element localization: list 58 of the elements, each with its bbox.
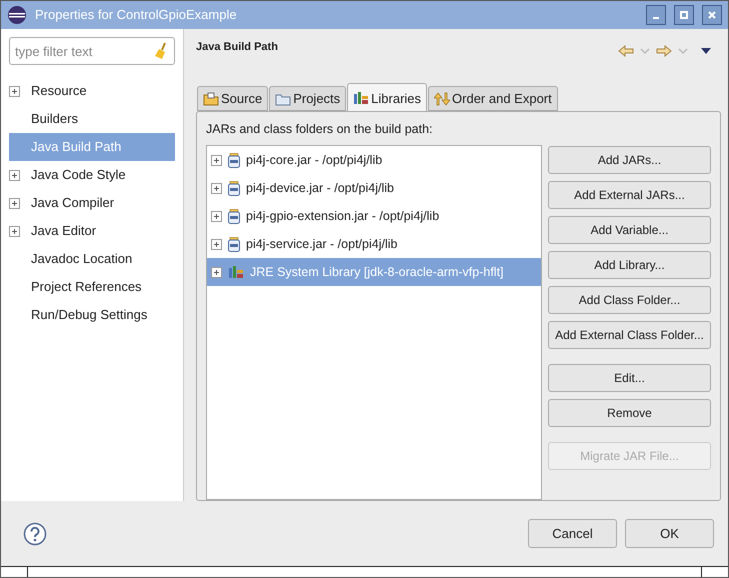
jar-icon	[228, 180, 240, 196]
folder-icon	[203, 92, 219, 106]
sidebar-item[interactable]: Builders	[9, 105, 175, 133]
close-button[interactable]	[702, 5, 722, 25]
expand-icon[interactable]	[9, 226, 20, 236]
list-row[interactable]: pi4j-core.jar - /opt/pi4j/lib	[207, 146, 541, 174]
ok-button[interactable]: OK	[625, 519, 714, 548]
cancel-button[interactable]: Cancel	[528, 519, 617, 548]
list-row[interactable]: pi4j-gpio-extension.jar - /opt/pi4j/lib	[207, 202, 541, 230]
maximize-icon	[680, 11, 688, 19]
sidebar-item[interactable]: Java Code Style	[9, 161, 175, 189]
list-row[interactable]: pi4j-service.jar - /opt/pi4j/lib	[207, 230, 541, 258]
books-icon	[228, 265, 244, 279]
expand-icon[interactable]	[9, 170, 20, 180]
back-arrow-icon[interactable]	[618, 45, 634, 57]
action-button[interactable]: Add External JARs...	[548, 181, 711, 209]
action-button[interactable]: Edit...	[548, 364, 711, 392]
sidebar-item[interactable]: Java Editor	[9, 217, 175, 245]
expand-icon[interactable]	[9, 86, 20, 96]
tab[interactable]: Projects	[269, 86, 346, 112]
jar-icon	[228, 208, 240, 224]
maximize-button[interactable]	[674, 5, 694, 25]
folder-icon	[275, 92, 292, 106]
forward-arrow-icon[interactable]	[656, 45, 672, 57]
sidebar-item[interactable]: Project References	[9, 273, 175, 301]
sidebar-item[interactable]: Javadoc Location	[9, 245, 175, 273]
action-button[interactable]: Add JARs...	[548, 146, 711, 174]
window-title: Properties for ControlGpioExample	[35, 6, 238, 24]
filter-field[interactable]: type filter text	[9, 37, 175, 65]
expand-icon[interactable]	[211, 210, 222, 222]
tab[interactable]: Libraries	[347, 83, 428, 112]
jar-icon	[228, 152, 240, 168]
close-icon	[708, 11, 716, 19]
list-label: JARs and class folders on the build path:	[206, 121, 434, 138]
jar-icon	[228, 236, 240, 252]
eclipse-logo-icon	[7, 5, 27, 25]
books-icon	[353, 91, 370, 106]
menu-triangle-icon[interactable]	[700, 47, 712, 55]
sidebar-item[interactable]: Run/Debug Settings	[9, 301, 175, 329]
action-button[interactable]: Remove	[548, 399, 711, 427]
page-title: Java Build Path	[196, 40, 279, 55]
expand-icon[interactable]	[211, 182, 222, 194]
action-button[interactable]: Add Class Folder...	[548, 286, 711, 314]
expand-icon[interactable]	[211, 238, 222, 250]
help-icon[interactable]	[23, 522, 47, 546]
expand-icon[interactable]	[211, 266, 222, 278]
expand-icon[interactable]	[211, 154, 222, 166]
action-button[interactable]: Add Library...	[548, 251, 711, 279]
tab[interactable]: Order and Export	[428, 86, 558, 112]
action-button[interactable]: Add External Class Folder...	[548, 321, 711, 349]
minimize-button[interactable]	[646, 5, 666, 25]
sidebar-item[interactable]: Resource	[9, 77, 175, 105]
sidebar-item[interactable]: Java Compiler	[9, 189, 175, 217]
expand-icon[interactable]	[9, 198, 20, 208]
sort-arrows-icon	[434, 92, 450, 106]
list-row[interactable]: pi4j-device.jar - /opt/pi4j/lib	[207, 174, 541, 202]
tab[interactable]: Source	[197, 86, 268, 112]
action-button[interactable]: Add Variable...	[548, 216, 711, 244]
